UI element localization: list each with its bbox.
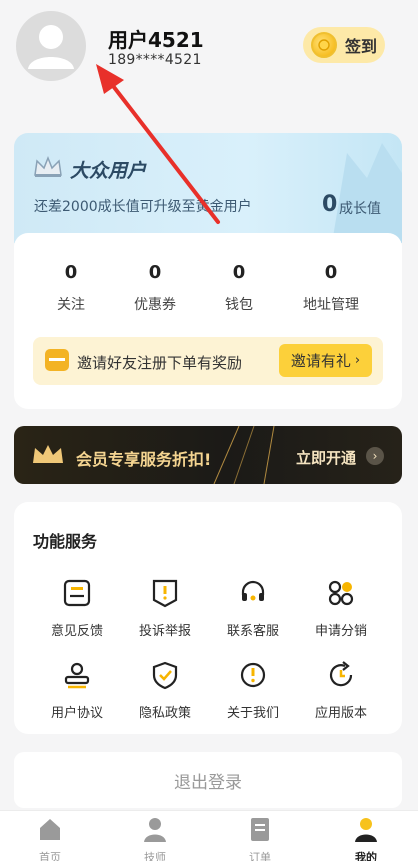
tab-label: 我的 xyxy=(355,851,377,861)
stamp-icon xyxy=(64,662,90,689)
chevron-right-icon[interactable]: › xyxy=(366,447,384,465)
membership-card[interactable] xyxy=(14,133,402,243)
shield-check-icon xyxy=(152,661,178,690)
service-distribution[interactable]: 申请分销 xyxy=(297,578,385,639)
service-version[interactable]: 应用版本 xyxy=(297,660,385,721)
vip-activate[interactable]: 立即开通 xyxy=(296,447,356,468)
decor-leaf-icon xyxy=(332,143,402,243)
member-level: 大众用户 xyxy=(70,160,147,182)
growth-label: 成长值 xyxy=(339,201,381,217)
gift-box-icon xyxy=(45,349,69,371)
stat-value: 0 xyxy=(324,262,338,283)
stat-label: 地址管理 xyxy=(303,297,359,313)
technician-icon xyxy=(144,818,166,842)
service-about[interactable]: 关于我们 xyxy=(209,660,297,721)
home-icon xyxy=(40,819,60,840)
service-report[interactable]: 投诉举报 xyxy=(121,578,209,639)
crown-icon xyxy=(34,155,62,177)
report-icon xyxy=(152,579,178,608)
service-label: 申请分销 xyxy=(314,624,367,639)
user-phone: 189****4521 xyxy=(108,52,202,68)
service-label: 用户协议 xyxy=(50,706,103,721)
stat-value: 0 xyxy=(148,262,162,283)
tab-technician[interactable]: 技师 xyxy=(115,816,195,861)
refresh-icon xyxy=(329,661,353,687)
service-label: 应用版本 xyxy=(314,706,367,721)
tab-label: 技师 xyxy=(144,851,166,861)
username: 用户4521 xyxy=(108,28,204,52)
invite-button[interactable]: 邀请有礼 › xyxy=(279,344,372,377)
info-icon xyxy=(240,662,266,688)
service-contact[interactable]: 联系客服 xyxy=(209,578,297,639)
stat-label: 关注 xyxy=(57,297,85,313)
service-label: 关于我们 xyxy=(226,706,279,721)
service-label: 隐私政策 xyxy=(138,706,191,721)
signin-label: 签到 xyxy=(345,37,378,56)
vip-crown-icon xyxy=(33,445,63,463)
tab-profile[interactable]: 我的 xyxy=(326,816,406,861)
chevron-right-icon: › xyxy=(354,353,361,368)
service-privacy[interactable]: 隐私政策 xyxy=(121,660,209,721)
invite-text: 邀请好友注册下单有奖励 xyxy=(77,354,243,372)
profile-icon xyxy=(355,818,377,842)
tab-label: 首页 xyxy=(39,851,61,861)
stat-wallet[interactable]: 0 钱包 xyxy=(191,262,287,314)
invite-button-label: 邀请有礼 xyxy=(290,352,351,370)
signin-button[interactable]: 签到 xyxy=(303,27,385,63)
service-label: 投诉举报 xyxy=(138,624,191,639)
services-title: 功能服务 xyxy=(33,532,98,551)
growth-value: 0 xyxy=(322,192,338,217)
grid-apps-icon xyxy=(328,580,354,606)
order-icon xyxy=(251,818,269,841)
service-label: 意见反馈 xyxy=(50,624,103,639)
tab-order[interactable]: 订单 xyxy=(220,816,300,861)
tab-label: 订单 xyxy=(249,851,271,861)
coin-icon xyxy=(311,32,337,58)
vip-text: 会员专享服务折扣! xyxy=(76,450,212,469)
stat-coupons[interactable]: 0 优惠券 xyxy=(107,262,203,314)
feedback-icon xyxy=(63,579,91,607)
stat-label: 优惠券 xyxy=(134,297,176,313)
stat-value: 0 xyxy=(232,262,246,283)
tab-home[interactable]: 首页 xyxy=(10,816,90,861)
stat-label: 钱包 xyxy=(225,297,253,313)
stat-follow[interactable]: 0 关注 xyxy=(23,262,119,314)
stat-value: 0 xyxy=(64,262,78,283)
logout-button[interactable]: 退出登录 xyxy=(14,752,402,808)
headset-icon xyxy=(241,580,265,601)
stat-address[interactable]: 0 地址管理 xyxy=(283,262,379,314)
member-description: 还差2000成长值可升级至黄金用户 xyxy=(34,199,252,215)
user-avatar-icon xyxy=(28,25,74,69)
service-feedback[interactable]: 意见反馈 xyxy=(33,578,121,639)
service-user-agreement[interactable]: 用户协议 xyxy=(33,660,121,721)
service-label: 联系客服 xyxy=(226,624,279,639)
avatar[interactable] xyxy=(16,11,86,81)
